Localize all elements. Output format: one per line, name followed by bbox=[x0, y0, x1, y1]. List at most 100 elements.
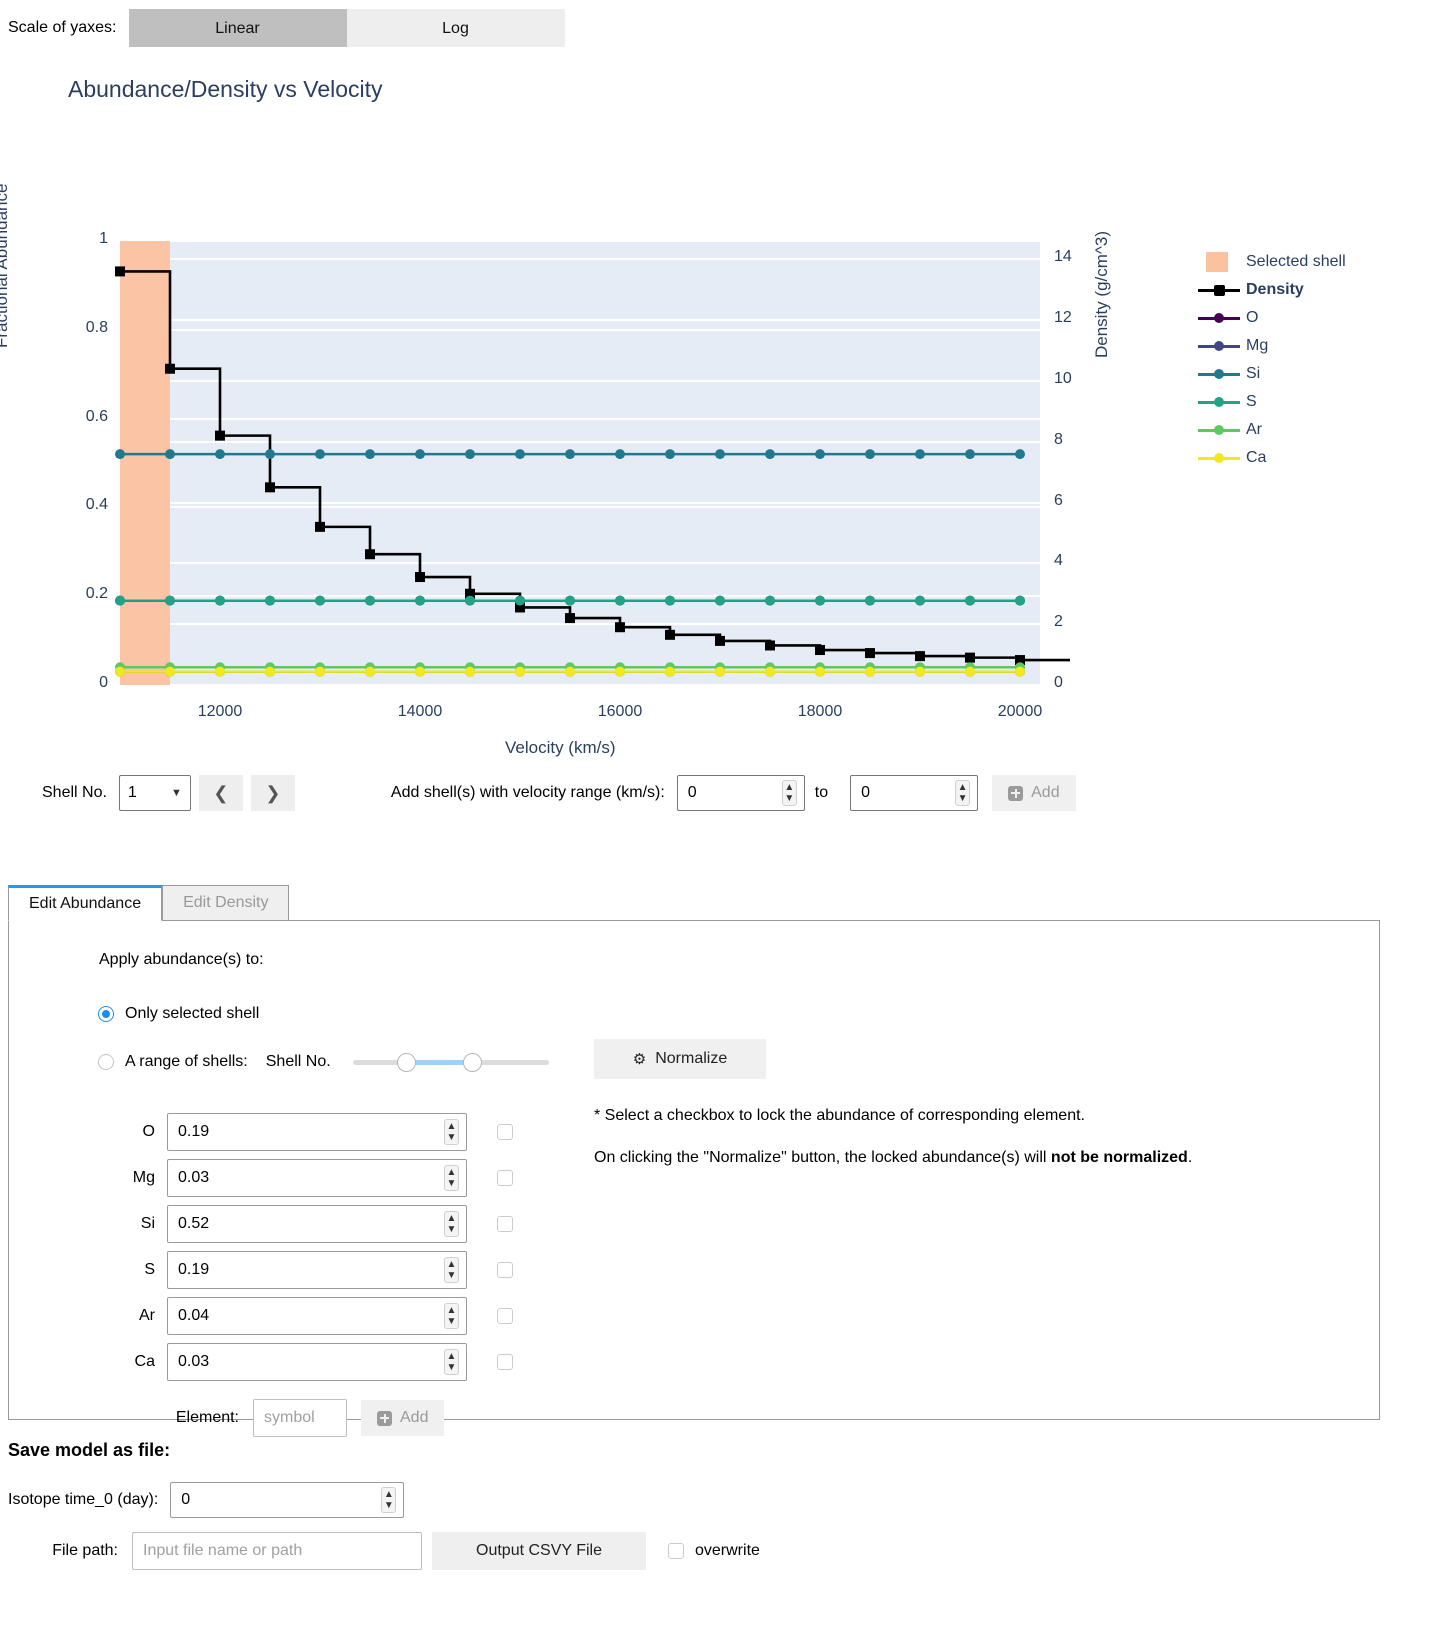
legend-item-s[interactable]: S bbox=[1198, 388, 1428, 416]
file-path-label: File path: bbox=[52, 1542, 118, 1559]
series-marker-ca bbox=[365, 666, 375, 677]
tab-edit-density[interactable]: Edit Density bbox=[162, 885, 290, 921]
isotope-time-row: Isotope time_0 (day): 0 ▲ ▼ bbox=[8, 1482, 405, 1518]
legend-label: Ca bbox=[1246, 449, 1267, 466]
add-element-button[interactable]: Add bbox=[361, 1400, 445, 1436]
legend-label: Mg bbox=[1246, 337, 1269, 354]
normalize-column: ⚙ Normalize * Select a checkbox to lock … bbox=[594, 1039, 1192, 1167]
series-marker-ca bbox=[815, 666, 825, 677]
series-marker-si bbox=[915, 449, 925, 460]
series-marker-density bbox=[415, 572, 425, 583]
y2-tick-label: 4 bbox=[1054, 552, 1063, 570]
scale-log-button[interactable]: Log bbox=[346, 9, 565, 47]
velocity-to-input[interactable]: 0 ▲ ▼ bbox=[850, 775, 979, 811]
abundance-value-input[interactable]: 0.03 ▲ ▼ bbox=[167, 1159, 467, 1197]
series-marker-s bbox=[915, 595, 925, 606]
chevron-left-icon: ❮ bbox=[213, 782, 229, 803]
series-marker-ca bbox=[915, 666, 925, 677]
shell-no-select[interactable]: 1 ▼ bbox=[118, 775, 191, 811]
plus-square-icon bbox=[377, 1410, 392, 1426]
normalize-button[interactable]: ⚙ Normalize bbox=[594, 1039, 766, 1079]
file-path-input[interactable]: Input file name or path bbox=[132, 1532, 422, 1570]
radio-unselected-icon bbox=[99, 1055, 113, 1069]
abundance-lock-checkbox[interactable] bbox=[497, 1262, 513, 1278]
output-csvy-button[interactable]: Output CSVY File bbox=[432, 1532, 646, 1570]
series-marker-s bbox=[715, 595, 725, 606]
series-marker-density bbox=[165, 363, 175, 374]
velocity-from-value: 0 bbox=[687, 784, 697, 801]
next-shell-button[interactable]: ❯ bbox=[250, 775, 295, 811]
abundance-value-input[interactable]: 0.19 ▲ ▼ bbox=[167, 1251, 467, 1289]
slider-handle-min[interactable] bbox=[396, 1053, 416, 1072]
abundance-lock-checkbox[interactable] bbox=[497, 1124, 513, 1140]
velocity-from-input[interactable]: 0 ▲ ▼ bbox=[676, 775, 805, 811]
series-marker-s bbox=[815, 595, 825, 606]
abundance-lock-checkbox[interactable] bbox=[497, 1308, 513, 1324]
y-tick-label: 0.8 bbox=[85, 318, 108, 336]
velocity-from-stepper[interactable]: ▲ ▼ bbox=[781, 780, 797, 806]
legend-item-ar[interactable]: Ar bbox=[1198, 416, 1428, 444]
x-tick-label: 12000 bbox=[197, 703, 243, 720]
slider-handle-max[interactable] bbox=[462, 1053, 482, 1072]
isotope-time-stepper[interactable]: ▲ ▼ bbox=[381, 1487, 397, 1513]
abundance-stepper[interactable]: ▲ ▼ bbox=[444, 1211, 459, 1237]
legend-item-ca[interactable]: Ca bbox=[1198, 444, 1428, 472]
to-label: to bbox=[814, 784, 829, 801]
abundance-lock-checkbox[interactable] bbox=[497, 1170, 513, 1186]
series-marker-density bbox=[915, 651, 925, 662]
abundance-lock-checkbox[interactable] bbox=[497, 1216, 513, 1232]
series-marker-ca bbox=[465, 666, 475, 677]
legend-item-selected-shell[interactable]: Selected shell bbox=[1198, 248, 1428, 276]
legend-item-mg[interactable]: Mg bbox=[1198, 332, 1428, 360]
y-tick-label: 0 bbox=[99, 674, 108, 691]
lock-note: * Select a checkbox to lock the abundanc… bbox=[594, 1107, 1085, 1124]
abundance-value-input[interactable]: 0.04 ▲ ▼ bbox=[167, 1297, 467, 1335]
scale-linear-button[interactable]: Linear bbox=[128, 9, 347, 47]
abundance-stepper[interactable]: ▲ ▼ bbox=[444, 1165, 459, 1191]
radio-only-selected-shell[interactable]: Only selected shell bbox=[99, 997, 1379, 1031]
range-slider-label: Shell No. bbox=[265, 1053, 331, 1070]
series-marker-ca bbox=[1015, 666, 1025, 677]
isotope-time-input[interactable]: 0 ▲ ▼ bbox=[170, 1482, 405, 1518]
abundance-stepper[interactable]: ▲ ▼ bbox=[444, 1303, 459, 1329]
abundance-lock-checkbox[interactable] bbox=[497, 1354, 513, 1370]
abundance-value-input[interactable]: 0.19 ▲ ▼ bbox=[167, 1113, 467, 1151]
x-axis-title: Velocity (km/s) bbox=[505, 738, 616, 757]
prev-shell-button[interactable]: ❮ bbox=[198, 775, 243, 811]
abundance-stepper[interactable]: ▲ ▼ bbox=[444, 1349, 459, 1375]
plot-area[interactable] bbox=[115, 240, 1070, 686]
series-marker-s bbox=[115, 595, 125, 606]
shell-range-slider[interactable] bbox=[352, 1053, 549, 1072]
element-symbol-input[interactable]: symbol bbox=[253, 1399, 347, 1437]
y-tick-label: 0.6 bbox=[85, 407, 108, 425]
series-marker-si bbox=[265, 449, 275, 460]
series-marker-si bbox=[165, 449, 175, 460]
abundance-element-symbol: Ca bbox=[134, 1353, 155, 1370]
normalize-note-bold: not be normalized bbox=[1050, 1149, 1188, 1166]
series-marker-si bbox=[965, 449, 975, 460]
velocity-to-stepper[interactable]: ▲ ▼ bbox=[955, 780, 971, 806]
isotope-time-label: Isotope time_0 (day): bbox=[8, 1491, 159, 1508]
legend-item-density[interactable]: Density bbox=[1198, 276, 1428, 304]
normalize-note: On clicking the "Normalize" button, the … bbox=[594, 1149, 1192, 1167]
tab-edit-abundance[interactable]: Edit Abundance bbox=[8, 885, 163, 921]
abundance-value-input[interactable]: 0.03 ▲ ▼ bbox=[167, 1343, 467, 1381]
series-marker-si bbox=[515, 449, 525, 460]
series-marker-s bbox=[365, 595, 375, 606]
x-tick-label: 16000 bbox=[597, 703, 643, 720]
abundance-stepper[interactable]: ▲ ▼ bbox=[444, 1119, 459, 1145]
y2-tick-label: 0 bbox=[1054, 674, 1063, 691]
overwrite-checkbox[interactable] bbox=[668, 1543, 684, 1559]
abundance-value-input[interactable]: 0.52 ▲ ▼ bbox=[167, 1205, 467, 1243]
shell-no-value: 1 bbox=[127, 784, 137, 801]
legend-item-o[interactable]: O bbox=[1198, 304, 1428, 332]
abundance-row: S 0.19 ▲ ▼ bbox=[99, 1247, 1379, 1293]
series-marker-density bbox=[665, 629, 675, 640]
overwrite-label: overwrite bbox=[695, 1542, 760, 1559]
series-marker-ca bbox=[515, 666, 525, 677]
abundance-stepper[interactable]: ▲ ▼ bbox=[444, 1257, 459, 1283]
abundance-element-symbol: Si bbox=[140, 1215, 155, 1232]
add-shell-button[interactable]: Add bbox=[992, 775, 1076, 811]
chevron-right-icon: ❯ bbox=[265, 782, 281, 803]
legend-item-si[interactable]: Si bbox=[1198, 360, 1428, 388]
